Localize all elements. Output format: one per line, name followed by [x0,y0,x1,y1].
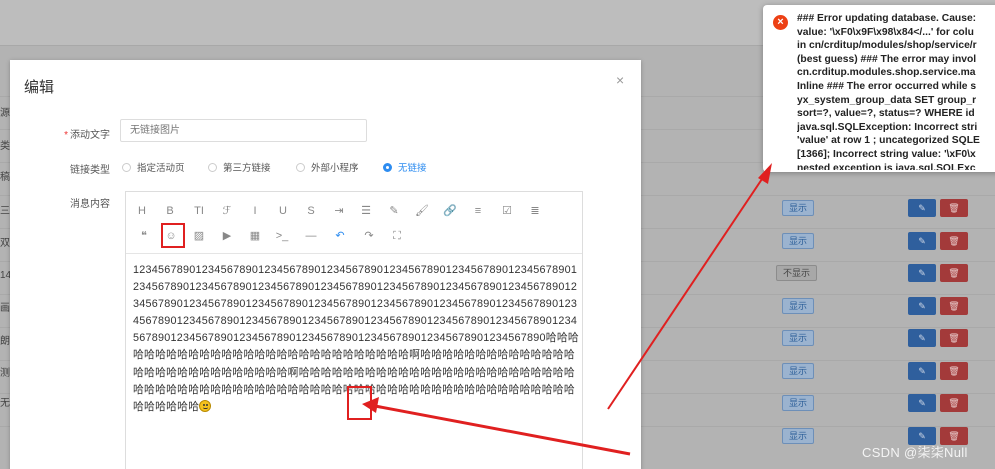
arrow-to-error [607,175,765,410]
arrow-head-emoji [362,397,379,413]
arrow-to-emoji [374,404,631,456]
watermark: CSDN @柒柒Null [862,445,968,460]
annotation-arrows [362,163,772,456]
